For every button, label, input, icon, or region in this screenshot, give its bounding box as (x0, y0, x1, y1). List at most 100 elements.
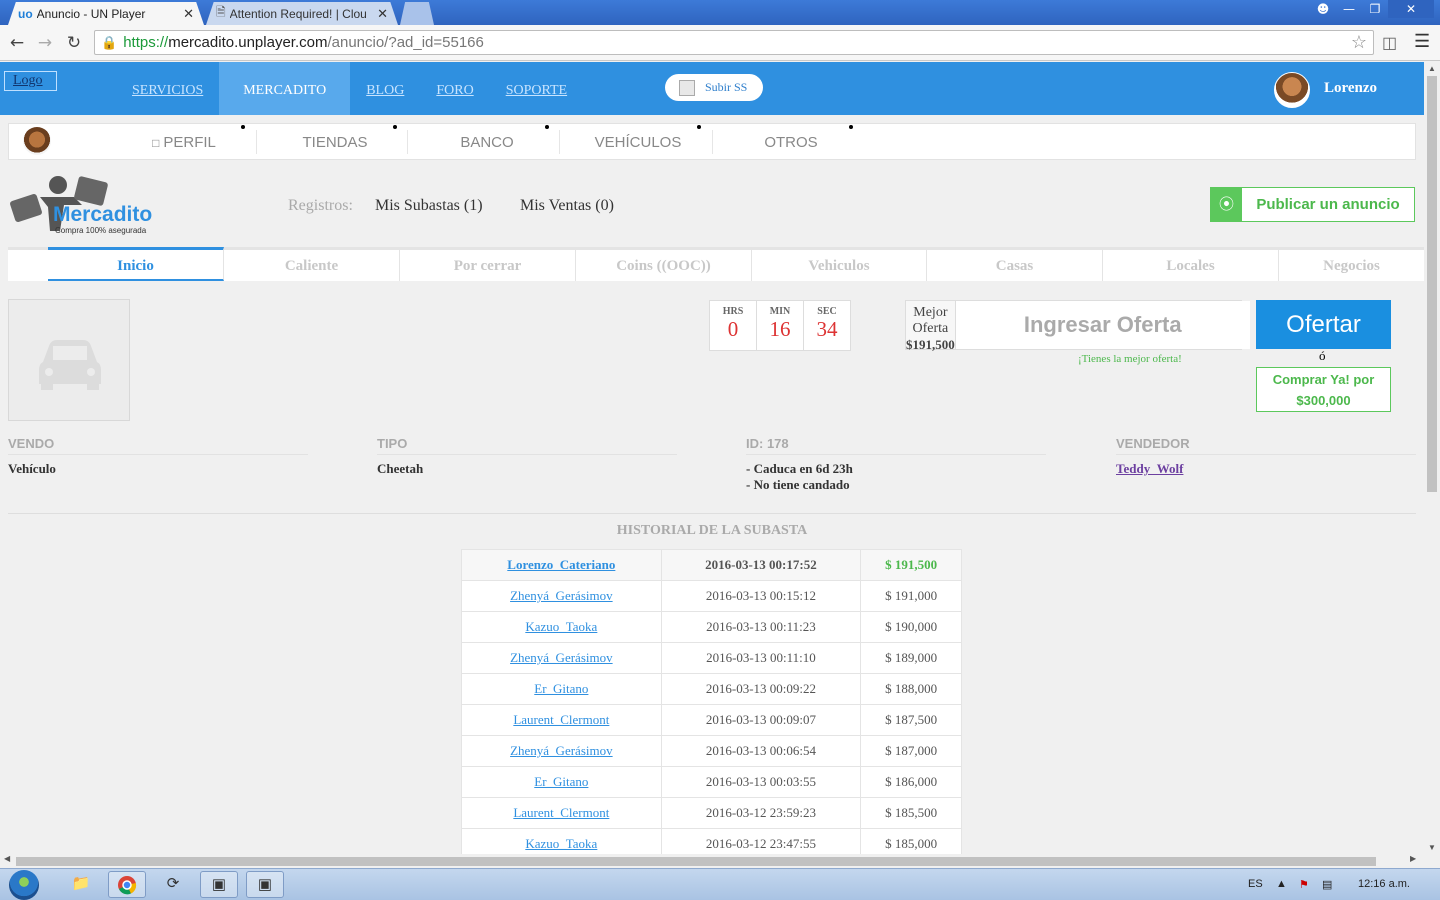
nav-blog[interactable]: BLOG (350, 62, 420, 115)
scroll-right-icon[interactable]: ▶ (1410, 854, 1416, 863)
history-amount: $ 185,500 (860, 797, 962, 829)
history-user-link[interactable]: Er_Gitano (461, 766, 662, 798)
clock[interactable]: 12:16 a.m. (1358, 878, 1410, 890)
bookmark-star-icon[interactable]: ☆ (1351, 32, 1367, 53)
subnav-banco[interactable]: BANCO (443, 124, 549, 161)
tab-caliente[interactable]: Caliente (224, 247, 400, 281)
network-icon[interactable]: ▤ (1322, 878, 1332, 891)
horizontal-scroll-thumb[interactable] (16, 857, 1376, 866)
tab-por-cerrar[interactable]: Por cerrar (400, 247, 576, 281)
history-user-link[interactable]: Er_Gitano (461, 673, 662, 705)
mercadito-logo[interactable]: Mercadito Compra 100% asegurada (10, 175, 170, 239)
history-amount: $ 187,500 (860, 704, 962, 736)
extension-icon[interactable]: ◫ (1382, 33, 1397, 53)
site-header: Logo SERVICIOS MERCADITO BLOG FORO SOPOR… (0, 62, 1424, 115)
tab-vehiculos[interactable]: Vehiculos (752, 247, 927, 281)
history-date: 2016-03-13 00:09:22 (660, 673, 862, 705)
tab-label: Attention Required! | Clou (229, 6, 367, 21)
history-user-link[interactable]: Lorenzo_Cateriano (461, 549, 662, 581)
explorer-icon[interactable]: 📁 (62, 871, 100, 898)
section-divider (8, 513, 1416, 514)
history-user-link[interactable]: Laurent_Clermont (461, 797, 662, 829)
site-logo[interactable]: Logo (4, 71, 57, 91)
nav-mercadito[interactable]: MERCADITO (219, 62, 351, 115)
address-bar[interactable]: 🔒 https:// mercadito.unplayer.com /anunc… (94, 30, 1374, 55)
new-tab-button[interactable] (400, 2, 434, 25)
action-center-icon[interactable]: ⚑ (1299, 878, 1309, 891)
history-amount: $ 189,000 (860, 642, 962, 674)
vendedor-link[interactable]: Teddy_Wolf (1116, 461, 1183, 477)
game-window-icon-2[interactable]: ▣ (246, 871, 284, 898)
subir-ss-button[interactable]: Subir SS (665, 74, 763, 101)
offer-input[interactable] (955, 301, 1250, 349)
chrome-icon[interactable] (108, 871, 146, 898)
chrome-logo (118, 876, 137, 895)
user-avatar[interactable] (1274, 72, 1310, 108)
menu-icon[interactable]: ☰ (1414, 31, 1430, 52)
start-button[interactable] (9, 870, 39, 900)
tab-locales[interactable]: Locales (1103, 247, 1279, 281)
restore-icon[interactable]: ❐ (1362, 0, 1388, 18)
user-profile-icon[interactable]: ☻ (1310, 0, 1336, 18)
tab-inicio[interactable]: Inicio (48, 247, 224, 281)
tab-casas[interactable]: Casas (927, 247, 1103, 281)
scroll-left-icon[interactable]: ◀ (4, 854, 10, 863)
nav-soporte[interactable]: SOPORTE (490, 62, 583, 115)
history-date: 2016-03-13 00:17:52 (660, 549, 862, 581)
mis-ventas-link[interactable]: Mis Ventas (0) (520, 197, 614, 215)
back-icon[interactable]: ← (6, 32, 28, 54)
sub-nav-avatar[interactable] (23, 127, 51, 155)
scroll-up-icon[interactable]: ▲ (1424, 64, 1440, 73)
history-row: Zhenyá_Gerásimov 2016-03-13 00:06:54 $ 187… (461, 735, 962, 767)
history-amount: $ 191,500 (860, 549, 962, 581)
tab-negocios[interactable]: Negocios (1279, 247, 1424, 281)
forward-icon[interactable]: → (34, 32, 56, 54)
timer-hours-label: HRS (722, 306, 744, 317)
history-user-link[interactable]: Zhenyá_Gerásimov (461, 642, 662, 674)
timer-minutes-label: MIN (769, 306, 791, 317)
vertical-scroll-thumb[interactable] (1427, 76, 1437, 492)
reload-icon[interactable]: ↻ (63, 32, 85, 54)
user-name[interactable]: Lorenzo (1324, 80, 1377, 97)
best-offer-value: $191,500 (906, 337, 955, 352)
page-viewport: Logo SERVICIOS MERCADITO BLOG FORO SOPOR… (0, 62, 1424, 854)
publicar-anuncio-button[interactable]: ⦿ Publicar un anuncio (1210, 187, 1415, 222)
game-window-icon[interactable]: ▣ (200, 871, 238, 898)
subnav-perfil[interactable]: □ PERFIL (139, 124, 245, 161)
timer-seconds-label: SEC (817, 306, 837, 317)
vertical-scrollbar[interactable]: ▲ ▼ (1424, 62, 1440, 854)
show-hidden-icons[interactable]: ▲ (1276, 878, 1287, 890)
nav-foro[interactable]: FORO (420, 62, 489, 115)
or-separator: ó (1319, 348, 1326, 363)
app-icon[interactable]: ⟳ (154, 871, 192, 898)
subnav-otros[interactable]: OTROS (747, 124, 853, 161)
history-user-link[interactable]: Kazuo_Taoka (461, 828, 662, 854)
horizontal-scrollbar[interactable]: ◀ ▶ (0, 854, 1440, 868)
close-window-icon[interactable]: ✕ (1388, 0, 1434, 18)
tab-anuncio[interactable]: uo Anuncio - UN Player ✕ (8, 2, 204, 25)
browser-toolbar: ← → ↻ 🔒 https:// mercadito.unplayer.com … (0, 25, 1440, 61)
history-user-link[interactable]: Laurent_Clermont (461, 704, 662, 736)
history-user-link[interactable]: Zhenyá_Gerásimov (461, 580, 662, 612)
history-amount: $ 190,000 (860, 611, 962, 643)
comprar-ya-price: $300,000 (1296, 393, 1351, 408)
history-row: Zhenyá_Gerásimov 2016-03-13 00:11:10 $ 189… (461, 642, 962, 674)
tab-coins[interactable]: Coins ((OOC)) (576, 247, 752, 281)
minimize-icon[interactable]: — (1336, 0, 1362, 18)
tab-attention[interactable]: 🗎 Attention Required! | Clou ✕ (206, 2, 398, 25)
subnav-tiendas[interactable]: TIENDAS (291, 124, 397, 161)
mis-subastas-link[interactable]: Mis Subastas (1) (375, 197, 483, 215)
close-tab-icon[interactable]: ✕ (183, 6, 194, 22)
history-user-link[interactable]: Kazuo_Taoka (461, 611, 662, 643)
scroll-down-icon[interactable]: ▼ (1424, 843, 1440, 852)
ofertar-button[interactable]: Ofertar (1256, 300, 1391, 349)
page-icon: 🗎 (216, 5, 226, 19)
nav-servicios[interactable]: SERVICIOS (116, 62, 219, 115)
history-user-link[interactable]: Zhenyá_Gerásimov (461, 735, 662, 767)
vendedor-label: VENDEDOR (1116, 436, 1416, 455)
close-tab-icon[interactable]: ✕ (377, 6, 388, 22)
subnav-vehiculos[interactable]: VEHÍCULOS (592, 124, 701, 161)
info-vendo: VENDO Vehículo (8, 436, 308, 477)
language-indicator[interactable]: ES (1248, 878, 1263, 890)
comprar-ya-button[interactable]: Comprar Ya! por $300,000 (1256, 367, 1391, 412)
